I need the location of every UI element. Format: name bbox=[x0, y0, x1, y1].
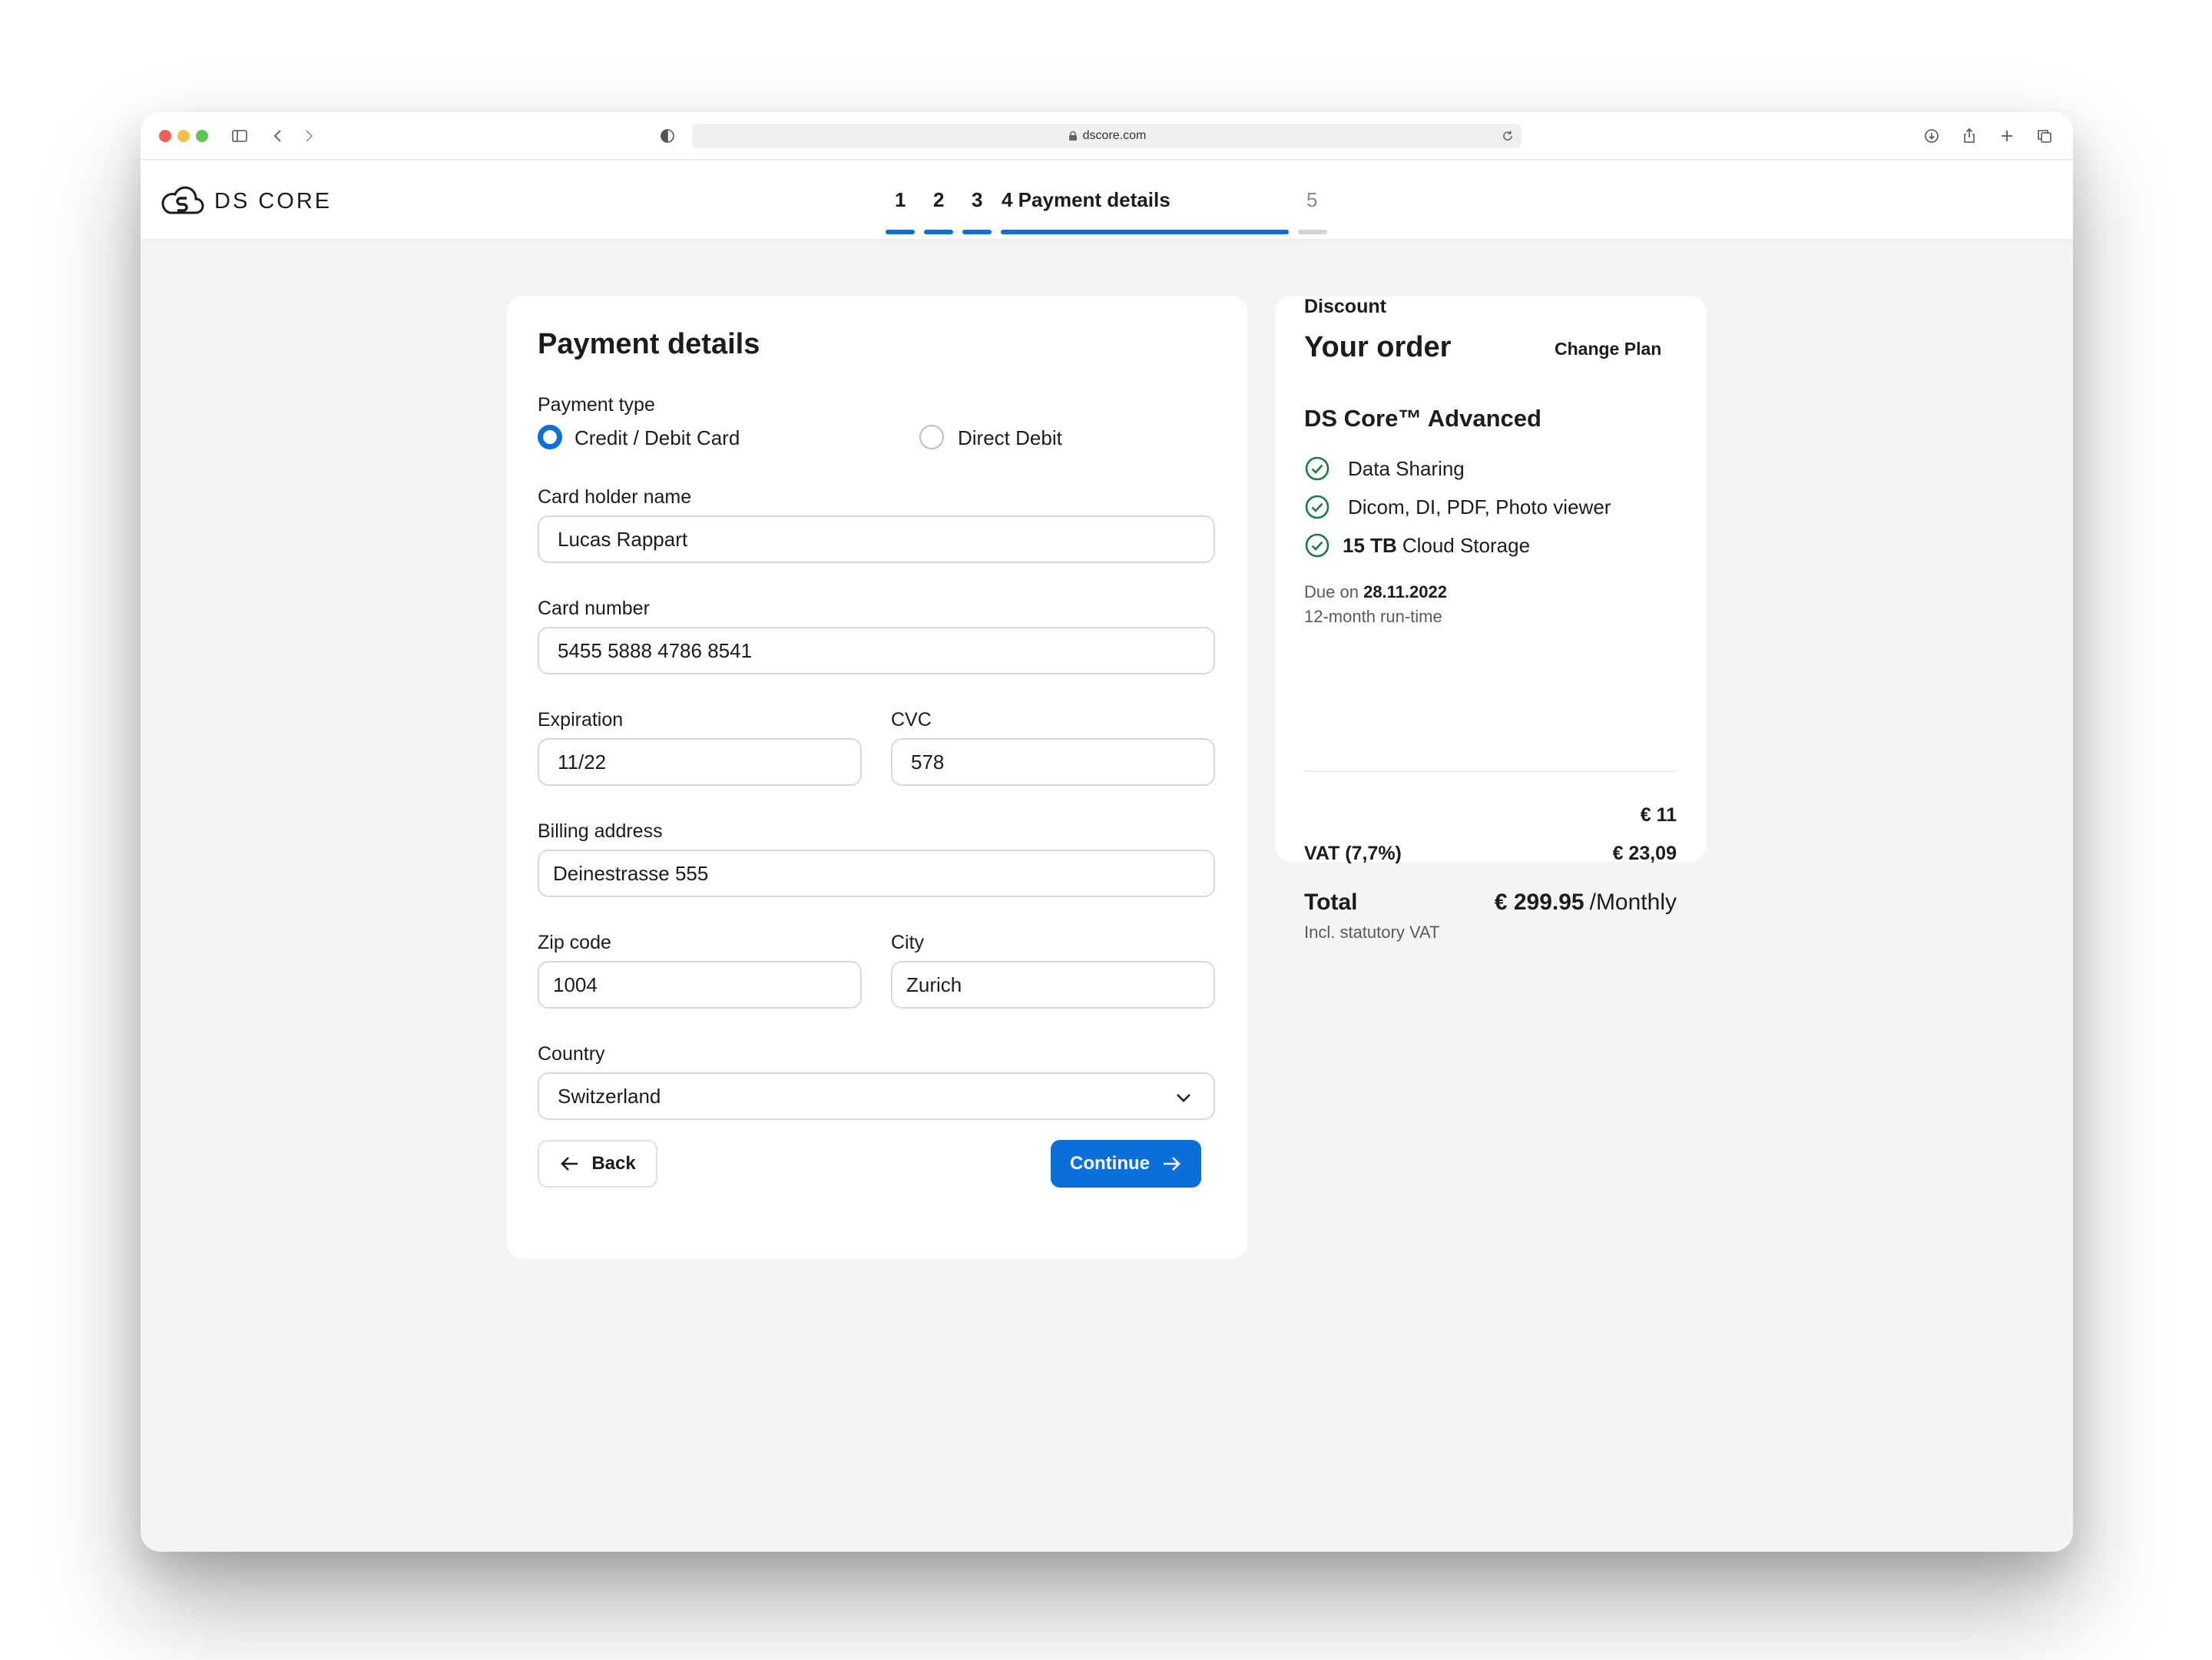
billing-address-input[interactable]: Deinestrasse 555 bbox=[538, 850, 1215, 897]
city-input[interactable]: Zurich bbox=[891, 961, 1215, 1009]
reload-icon[interactable] bbox=[1500, 128, 1515, 144]
expiration-label: Expiration bbox=[538, 709, 624, 731]
due-date-value: 28.11.2022 bbox=[1363, 582, 1447, 601]
check-circle-icon bbox=[1305, 495, 1330, 519]
feature-text: Cloud Storage bbox=[1402, 533, 1531, 557]
step-2[interactable]: 2 bbox=[933, 188, 944, 212]
card-holder-label: Card holder name bbox=[538, 486, 692, 508]
step-3-indicator bbox=[962, 230, 992, 234]
feature-text: Dicom, DI, PDF, Photo viewer bbox=[1348, 495, 1611, 519]
total-value: € 299.95 bbox=[1494, 890, 1584, 915]
total-amount: € 299.95/Monthly bbox=[1495, 890, 1677, 916]
arrow-right-icon bbox=[1163, 1157, 1181, 1171]
ds-core-logo[interactable]: DS CORE bbox=[159, 185, 332, 217]
step-5[interactable]: 5 bbox=[1306, 188, 1317, 212]
feature-item: Dicom, DI, PDF, Photo viewer bbox=[1304, 494, 1611, 520]
close-window-button[interactable] bbox=[159, 130, 171, 142]
tab-overview-icon[interactable] bbox=[2032, 123, 2058, 149]
forward-arrow-icon[interactable] bbox=[296, 123, 322, 149]
back-button-label: Back bbox=[591, 1153, 636, 1174]
direct-debit-option-label[interactable]: Direct Debit bbox=[958, 426, 1062, 450]
step-5-indicator bbox=[1298, 230, 1327, 234]
zip-code-input[interactable]: 1004 bbox=[538, 961, 862, 1009]
step-1-indicator bbox=[886, 230, 915, 234]
radio-credit-card[interactable] bbox=[538, 425, 562, 449]
card-number-label: Card number bbox=[538, 598, 650, 619]
city-label: City bbox=[891, 932, 925, 953]
payment-type-label: Payment type bbox=[538, 394, 655, 416]
back-arrow-icon[interactable] bbox=[265, 123, 291, 149]
country-select[interactable]: Switzerland bbox=[538, 1072, 1215, 1120]
share-icon[interactable] bbox=[1956, 123, 1982, 149]
cvc-label: CVC bbox=[891, 709, 932, 731]
summary-divider bbox=[1304, 770, 1677, 772]
vat-value: € 23,09 bbox=[1612, 843, 1677, 864]
downloads-icon[interactable] bbox=[1919, 123, 1945, 149]
sidebar-toggle-icon[interactable] bbox=[227, 123, 253, 149]
runtime-text: 12-month run-time bbox=[1304, 607, 1442, 626]
card-holder-input[interactable]: Lucas Rappart bbox=[538, 515, 1215, 563]
discount-label: Discount bbox=[1304, 296, 1386, 317]
url-text: dscore.com bbox=[1082, 129, 1147, 142]
minimize-window-button[interactable] bbox=[177, 130, 190, 142]
back-button[interactable]: Back bbox=[538, 1140, 657, 1188]
plan-name: DS Core™ Advanced bbox=[1304, 405, 1541, 432]
new-tab-icon[interactable] bbox=[1994, 123, 2020, 149]
cvc-input[interactable]: 578 bbox=[891, 738, 1215, 786]
card-number-input[interactable]: 5455 5888 4786 8541 bbox=[538, 627, 1215, 674]
expiration-input[interactable]: 11/22 bbox=[538, 738, 862, 786]
step-1[interactable]: 1 bbox=[895, 188, 906, 212]
credit-card-option-label[interactable]: Credit / Debit Card bbox=[575, 426, 740, 450]
zip-code-label: Zip code bbox=[538, 932, 611, 953]
due-date: Due on 28.11.2022 bbox=[1304, 582, 1447, 602]
step-3[interactable]: 3 bbox=[972, 188, 982, 212]
step-4-current[interactable]: 4 Payment details bbox=[1002, 188, 1171, 212]
privacy-shield-icon[interactable] bbox=[654, 123, 680, 149]
logo-text: DS CORE bbox=[214, 188, 333, 214]
arrow-left-icon bbox=[561, 1157, 578, 1171]
order-summary-card: Your order Change Plan DS Core™ Advanced… bbox=[1275, 296, 1706, 942]
payment-details-card: Payment details Payment type Credit / De… bbox=[507, 296, 1247, 1259]
step-2-indicator bbox=[924, 230, 953, 234]
lock-icon bbox=[1068, 131, 1077, 141]
app-header: DS CORE 1 2 3 4 Payment details 5 bbox=[141, 161, 2073, 239]
total-label: Total bbox=[1304, 890, 1358, 915]
check-circle-icon bbox=[1305, 533, 1330, 558]
continue-button-label: Continue bbox=[1070, 1153, 1150, 1174]
country-selected-value: Switzerland bbox=[558, 1084, 661, 1108]
feature-text: Data Sharing bbox=[1348, 456, 1465, 480]
address-bar[interactable]: dscore.com bbox=[692, 124, 1522, 148]
step-4-indicator bbox=[1001, 230, 1289, 234]
discount-value: € 11 bbox=[1640, 804, 1677, 826]
change-plan-link[interactable]: Change Plan bbox=[1555, 339, 1661, 360]
feature-item: 15 TB Cloud Storage bbox=[1304, 532, 1530, 558]
payment-title: Payment details bbox=[538, 328, 760, 360]
vat-label: VAT (7,7%) bbox=[1304, 843, 1402, 864]
billing-address-label: Billing address bbox=[538, 820, 663, 842]
browser-window: dscore.com DS CORE 1 2 3 4 Payment detai… bbox=[141, 112, 2073, 1552]
country-label: Country bbox=[538, 1043, 605, 1065]
radio-direct-debit[interactable] bbox=[919, 425, 944, 449]
due-prefix: Due on bbox=[1304, 582, 1359, 601]
total-note: Incl. statutory VAT bbox=[1304, 923, 1440, 942]
check-circle-icon bbox=[1305, 456, 1330, 481]
feature-item: Data Sharing bbox=[1304, 456, 1465, 482]
total-period: /Monthly bbox=[1589, 890, 1677, 915]
browser-toolbar: dscore.com bbox=[141, 112, 2073, 160]
order-title: Your order bbox=[1304, 331, 1452, 363]
continue-button[interactable]: Continue bbox=[1051, 1140, 1201, 1188]
zoom-window-button[interactable] bbox=[196, 130, 208, 142]
chevron-down-icon bbox=[1177, 1094, 1190, 1102]
cloud-logo-icon bbox=[161, 186, 204, 214]
feature-bold: 15 TB bbox=[1343, 533, 1397, 557]
